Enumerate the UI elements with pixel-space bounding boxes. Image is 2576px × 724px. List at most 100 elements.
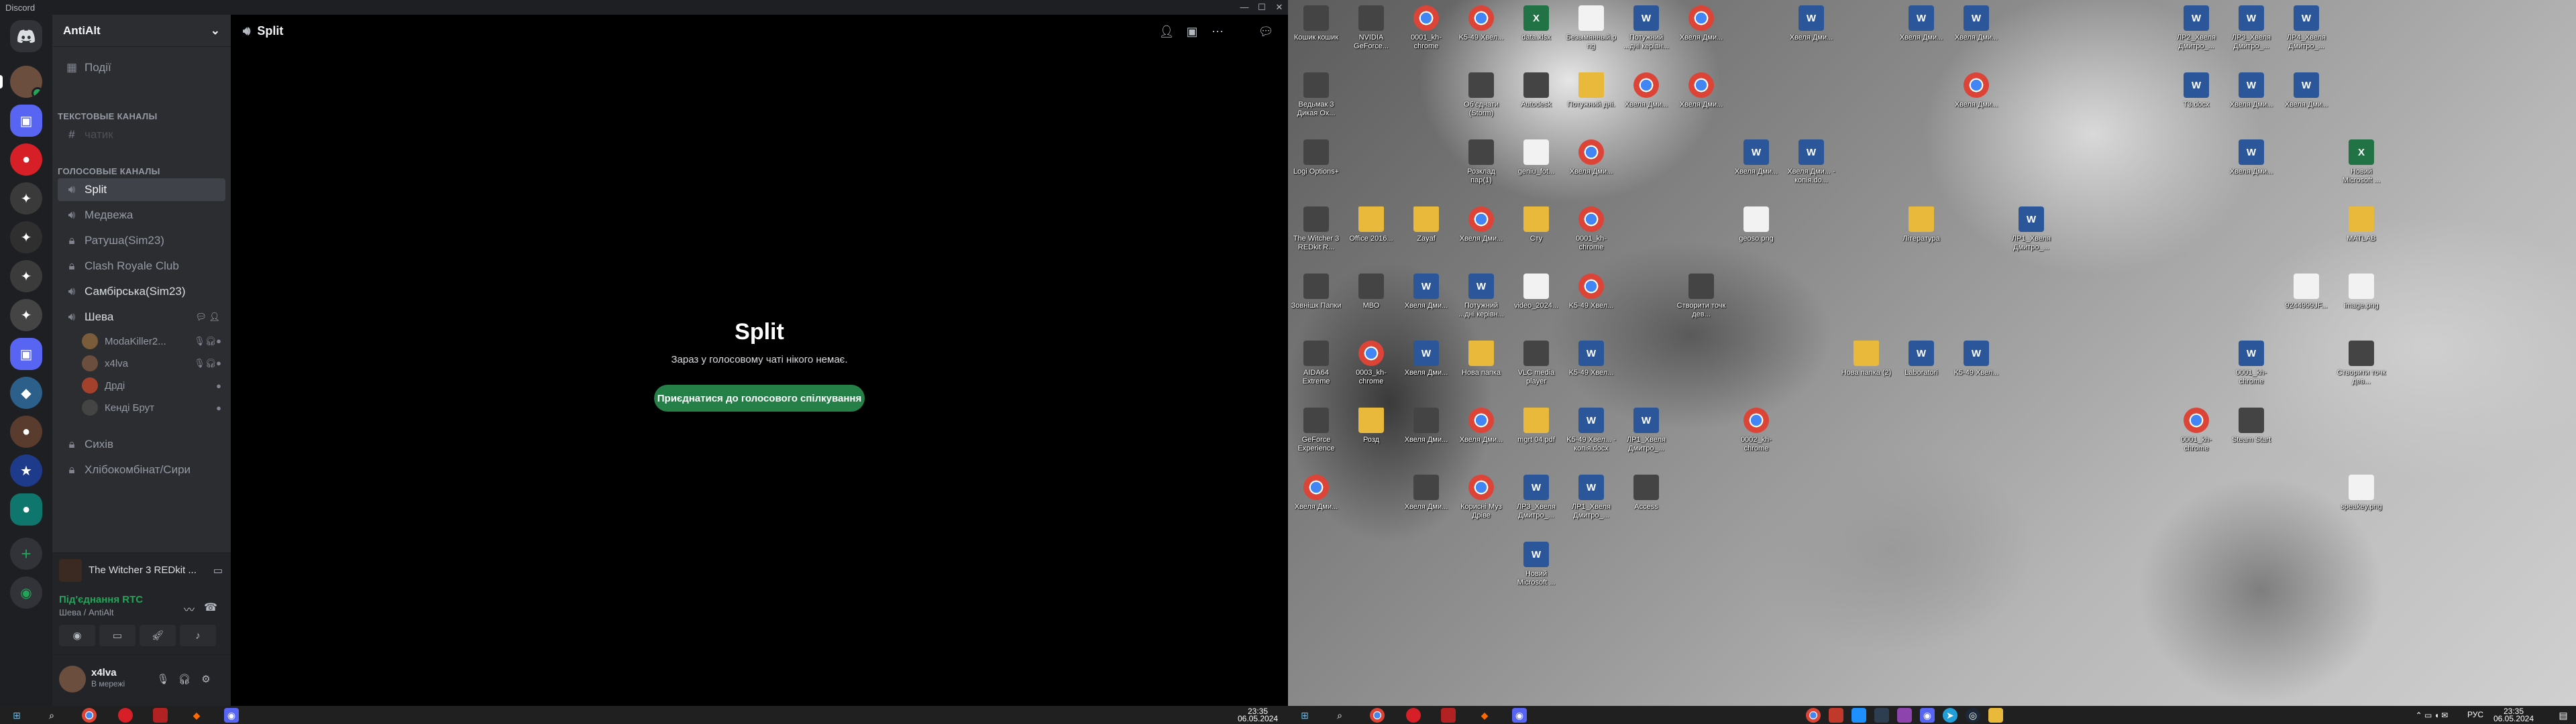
- desktop-icon[interactable]: Безымянный.png: [1566, 1, 1617, 64]
- desktop-icon[interactable]: W ЛР1_Хвеля Дмитро_...: [1621, 404, 1672, 467]
- desktop-icon[interactable]: speakey.png: [2336, 471, 2387, 534]
- server-avatar-8[interactable]: ●: [10, 416, 42, 448]
- discord-icon[interactable]: ◉: [1920, 708, 1935, 723]
- desktop-icon[interactable]: Хвеля Дми...: [1456, 202, 1507, 265]
- desktop-icon[interactable]: Хвеля Дми...: [1401, 404, 1452, 467]
- search-icon[interactable]: ⌕: [1332, 708, 1347, 723]
- microphone-muted-icon[interactable]: 🎙︎: [154, 671, 172, 688]
- app-icon[interactable]: [1897, 708, 1912, 723]
- discord-icon[interactable]: ◉: [1512, 708, 1527, 723]
- desktop-icon[interactable]: Об'єднати (Storm): [1456, 68, 1507, 131]
- voice-member[interactable]: Кенді Брут ●: [82, 398, 225, 418]
- desktop-icon[interactable]: W Laboratori: [1896, 337, 1947, 400]
- server-avatar-6[interactable]: ✦: [10, 299, 42, 331]
- desktop-icon[interactable]: 0003_kh-chrome: [1346, 337, 1397, 400]
- voice-channel-khlibokombinat[interactable]: 🔒︎ Хлібокомбінат/Сири: [58, 459, 225, 481]
- desktop-icon[interactable]: geoso.png: [1731, 202, 1782, 265]
- activities-button[interactable]: 🚀︎: [140, 625, 176, 646]
- desktop-icon[interactable]: W Хвеля Дми...: [2226, 68, 2277, 131]
- desktop-icon[interactable]: Розклад пар(1): [1456, 135, 1507, 198]
- desktop-icon[interactable]: Хвеля Дми...: [1676, 68, 1727, 131]
- desktop-icon[interactable]: 0001_kh-chrome: [1566, 202, 1617, 265]
- chrome-icon[interactable]: [1370, 708, 1385, 723]
- app-icon[interactable]: [118, 708, 133, 723]
- server-avatar-4[interactable]: ✦: [10, 221, 42, 253]
- rtc-location[interactable]: Шева / AntiAlt: [59, 607, 114, 617]
- notifications-icon[interactable]: ▤: [2556, 708, 2571, 723]
- server-avatar-7[interactable]: ◆: [10, 377, 42, 409]
- voice-member[interactable]: Дрді ●: [82, 375, 225, 396]
- desktop-icon[interactable]: Хвеля Дми...: [1566, 135, 1617, 198]
- voice-channel-clash[interactable]: 🔒︎ Clash Royale Club: [58, 255, 225, 278]
- desktop-icon[interactable]: geniu_fot...: [1511, 135, 1562, 198]
- server-avatar-1[interactable]: [10, 66, 42, 98]
- rtc-status[interactable]: Під'єднання RTC: [59, 594, 143, 605]
- desktop-icon[interactable]: Потужний дні.: [1566, 68, 1617, 131]
- desktop-icon[interactable]: W Хвеля Дми... - копія.do...: [1786, 135, 1837, 198]
- desktop-icon[interactable]: Хвеля Дми...: [1456, 404, 1507, 467]
- desktop-icon[interactable]: AIDA64 Extreme: [1291, 337, 1342, 400]
- desktop-icon[interactable]: GeForce Experience: [1291, 404, 1342, 467]
- language-indicator[interactable]: РУС: [2462, 711, 2489, 719]
- desktop-icon[interactable]: W ЛР3_Хвеля Дмитро_...: [2226, 1, 2277, 64]
- desktop-icon[interactable]: W Хвеля Дми...: [1951, 1, 2002, 64]
- desktop-icon[interactable]: W ЛР2_Хвеля Дмитро_...: [2171, 1, 2222, 64]
- desktop-icon[interactable]: The Witcher 3 REDkit R...: [1291, 202, 1342, 265]
- desktop-icon[interactable]: W ЛР1_Хвеля Дмитро_...: [1566, 471, 1617, 534]
- home-button[interactable]: [10, 20, 42, 52]
- desktop-icon[interactable]: W ЛР4_Хвеля Дмитро_...: [2281, 1, 2332, 64]
- server-avatar-9[interactable]: ★: [10, 455, 42, 487]
- invite-icon[interactable]: 👤︎: [1158, 23, 1175, 40]
- camera-button[interactable]: ◉: [59, 625, 95, 646]
- soundboard-button[interactable]: ♪: [180, 625, 216, 646]
- desktop-icon[interactable]: W Новий Microsoft ...: [1511, 538, 1562, 601]
- desktop-icon[interactable]: Література: [1896, 202, 1947, 265]
- desktop-icon[interactable]: W Хвеля Дми...: [1401, 337, 1452, 400]
- app-icon[interactable]: [1874, 708, 1889, 723]
- popout-icon[interactable]: ▣: [1183, 23, 1201, 40]
- desktop-icon[interactable]: W Потужний ...дні керівн...: [1621, 1, 1672, 64]
- desktop-icon[interactable]: Хвеля Дми...: [1621, 68, 1672, 131]
- desktop-icon[interactable]: W Хвеля Дми...: [2226, 135, 2277, 198]
- chrome-icon[interactable]: [1806, 708, 1821, 723]
- desktop-icon[interactable]: 0001_kh-chrome: [2171, 404, 2222, 467]
- tray-icons[interactable]: ⌃ ▭ ◖ ✉: [2408, 708, 2455, 723]
- gear-icon[interactable]: ⚙︎: [197, 671, 215, 688]
- category-text[interactable]: ТЕКСТОВЫЕ КАНАЛЫ: [58, 111, 157, 121]
- disconnect-icon[interactable]: ☎: [204, 601, 217, 614]
- user-name[interactable]: x4lva: [91, 667, 117, 678]
- server-avatar-3[interactable]: ✦: [10, 182, 42, 215]
- voice-channel-split[interactable]: 🔊︎ Split: [58, 178, 225, 201]
- server-avatar-10[interactable]: ●: [10, 493, 42, 526]
- discord-icon[interactable]: ◉: [224, 708, 239, 723]
- events-item[interactable]: ▦ Події: [58, 56, 225, 79]
- voice-member[interactable]: ModaKiller2... 🎙︎🎧︎●: [82, 331, 225, 351]
- telegram-icon[interactable]: ➤: [1943, 708, 1957, 723]
- desktop-icon[interactable]: W Хвеля Дми...: [1401, 269, 1452, 333]
- desktop-icon[interactable]: Розд: [1346, 404, 1397, 467]
- desktop-icon[interactable]: W Хвеля Дми...: [2281, 68, 2332, 131]
- share-screen-button[interactable]: ▭: [99, 625, 136, 646]
- join-voice-button[interactable]: Приєднатися до голосового спілкування: [654, 385, 865, 412]
- desktop-icon[interactable]: W ЛР3_Хвеля Дмитро_...: [1511, 471, 1562, 534]
- server-avatar-5[interactable]: ✦: [10, 260, 42, 292]
- desktop-icon[interactable]: Logi Options+: [1291, 135, 1342, 198]
- desktop-icon[interactable]: Створити точк дев...: [1676, 269, 1727, 333]
- close-button[interactable]: ✕: [1271, 1, 1288, 13]
- desktop-icon[interactable]: Створити точк дев...: [2336, 337, 2387, 400]
- server-header[interactable]: AntiAlt ⌄: [52, 15, 231, 47]
- desktop-icon[interactable]: 0002_kh-chrome: [1731, 404, 1782, 467]
- desktop-icon[interactable]: Steam Start: [2226, 404, 2277, 467]
- desktop-icon[interactable]: 9244999JF...: [2281, 269, 2332, 333]
- desktop-icon[interactable]: Access: [1621, 471, 1672, 534]
- server-folder-icon[interactable]: ▣: [10, 105, 42, 137]
- add-server-icon[interactable]: +: [10, 538, 42, 570]
- desktop-icon[interactable]: X Новий Microsoft ...: [2336, 135, 2387, 198]
- app-icon[interactable]: [1406, 708, 1421, 723]
- desktop-icon[interactable]: Нова папка: [1456, 337, 1507, 400]
- server-avatar-2[interactable]: ●: [10, 143, 42, 176]
- desktop-icon[interactable]: W K5-49 Хвел...: [1566, 337, 1617, 400]
- voice-channel-medvezha[interactable]: 🔊︎ Медвежа: [58, 204, 225, 227]
- more-icon[interactable]: ⋯: [1209, 23, 1226, 40]
- desktop-icon[interactable]: Autodesk: [1511, 68, 1562, 131]
